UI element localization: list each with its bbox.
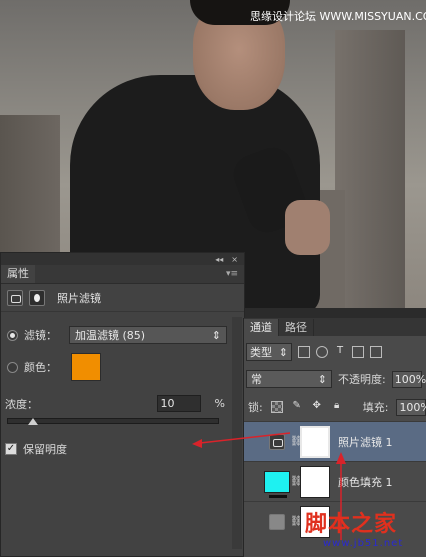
- annotation-arrowhead: [192, 439, 202, 448]
- annotation-arrows: [192, 432, 346, 540]
- site-logo: 脚本之家: [305, 511, 398, 537]
- annotation-arrowhead: [336, 452, 346, 464]
- site-logo-url: www.jb51.net: [323, 538, 404, 549]
- annotation-arrow-horizontal: [199, 432, 291, 444]
